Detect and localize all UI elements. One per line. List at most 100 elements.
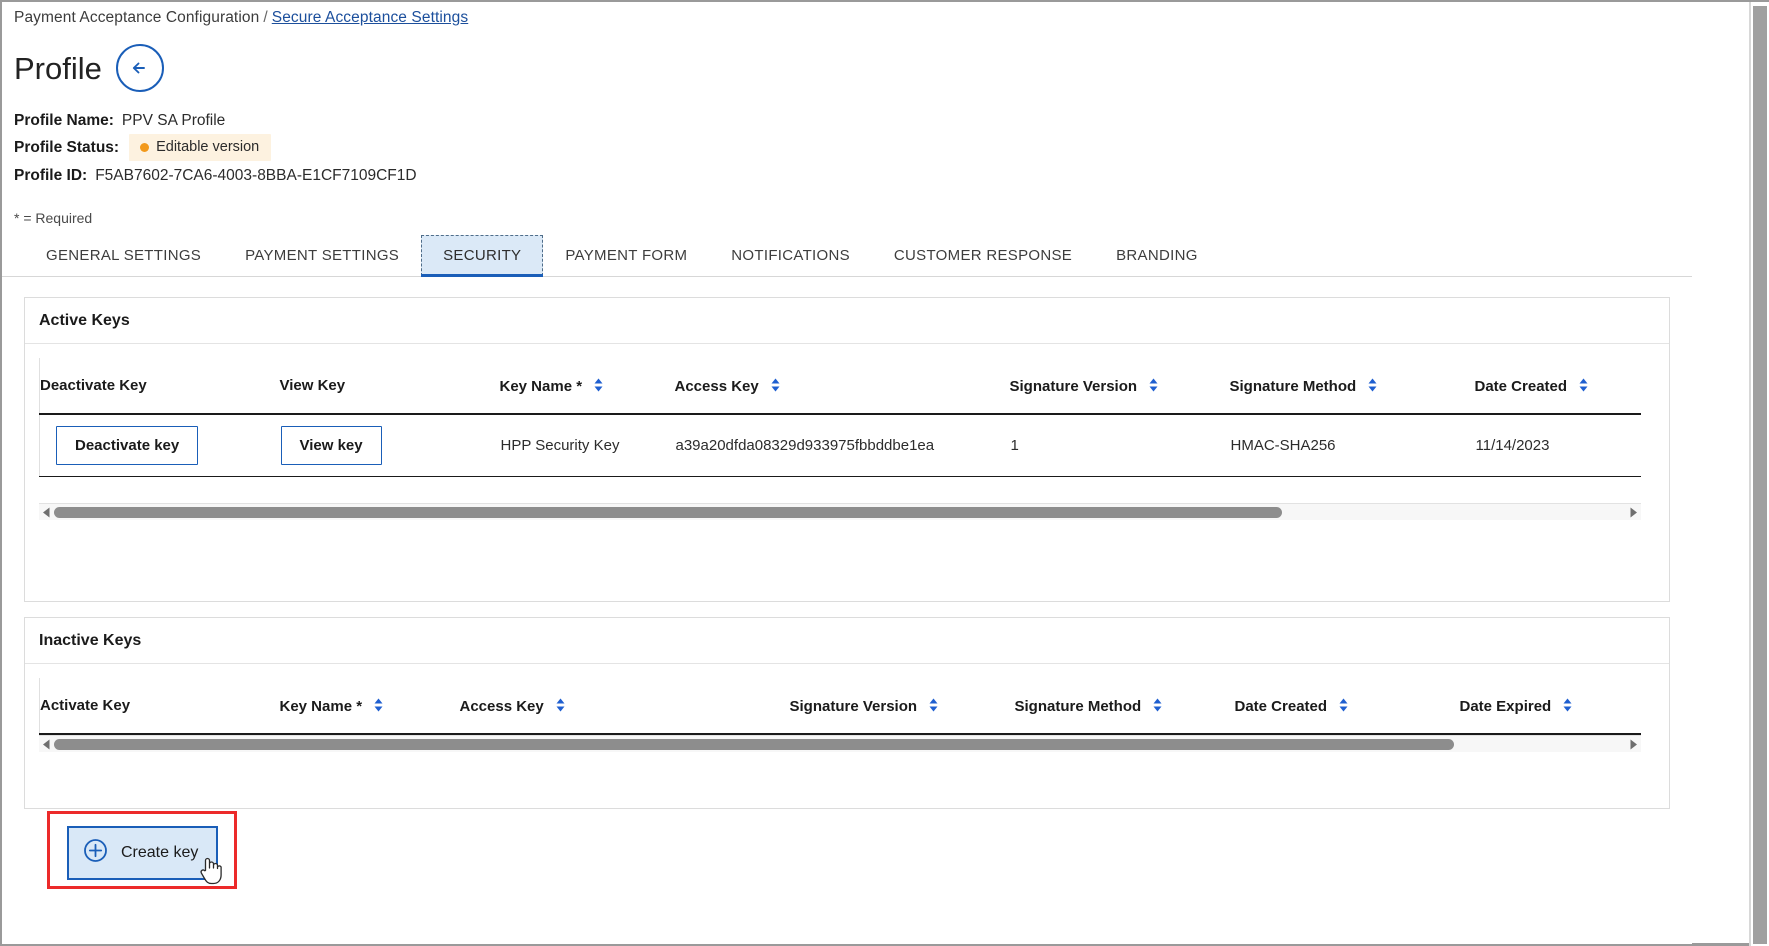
hscroll-right-arrow-inactive[interactable] — [1626, 736, 1641, 753]
tab-security[interactable]: SECURITY — [421, 235, 544, 277]
profile-name-row: Profile Name: PPV SA Profile — [14, 112, 225, 130]
col-inactive-access-key: Access Key — [459, 678, 790, 735]
hscroll-right-arrow-active[interactable] — [1626, 504, 1641, 521]
sort-icon-inactive-signature-method[interactable] — [1152, 698, 1163, 712]
hscroll-thumb-active[interactable] — [54, 506, 1282, 518]
app-window: Payment Acceptance Configuration / Secure … — [0, 0, 1769, 946]
sort-icon-inactive-date-created[interactable] — [1338, 698, 1349, 712]
active-keys-hscrollbar[interactable] — [39, 503, 1641, 520]
profile-name-value: PPV SA Profile — [121, 112, 226, 129]
active-keys-table: Deactivate Key View Key Key Name * Acces… — [39, 358, 1641, 477]
col-inactive-key-name-label: Key Name * — [279, 697, 363, 715]
col-inactive-date-expired: Date Expired — [1459, 678, 1641, 735]
page-title-row: Profile — [14, 44, 164, 92]
col-deactivate-key: Deactivate Key — [39, 358, 280, 415]
col-inactive-key-name: Key Name * — [279, 678, 460, 735]
create-key-button-label: Create key — [121, 844, 199, 861]
arrow-left-icon — [127, 55, 153, 81]
page-vertical-scrollbar[interactable] — [1751, 2, 1769, 946]
col-signature-version-label: Signature Version — [1009, 377, 1138, 395]
hscroll-left-arrow-active[interactable] — [39, 504, 54, 521]
inactive-keys-table-scroll: Activate Key Key Name * Access Key Signa… — [39, 678, 1641, 735]
cell-signature-method: HMAC-SHA256 — [1229, 414, 1475, 477]
tab-notifications[interactable]: NOTIFICATIONS — [709, 235, 872, 276]
breadcrumb-current-link[interactable]: Secure Acceptance Settings — [272, 9, 468, 26]
cell-signature-version: 1 — [1009, 414, 1230, 477]
col-signature-method: Signature Method — [1229, 358, 1475, 415]
col-inactive-date-created: Date Created — [1234, 678, 1460, 735]
col-activate-key-label: Activate Key — [40, 697, 131, 714]
sort-icon-key-name[interactable] — [593, 378, 604, 392]
hscroll-track-inactive[interactable] — [54, 736, 1626, 753]
breadcrumb: Payment Acceptance Configuration / Secure … — [14, 9, 468, 27]
active-keys-title: Active Keys — [25, 298, 1669, 344]
col-access-key-label: Access Key — [674, 377, 759, 395]
cell-view-key: View key — [279, 414, 500, 477]
cell-deactivate-key: Deactivate key — [39, 414, 280, 477]
col-activate-key: Activate Key — [39, 678, 280, 735]
profile-id-row: Profile ID: F5AB7602-7CA6-4003-8BBA-E1CF7… — [14, 167, 417, 185]
back-button[interactable] — [115, 44, 164, 92]
tab-payment-settings[interactable]: PAYMENT SETTINGS — [223, 235, 421, 276]
tab-customer-response[interactable]: CUSTOMER RESPONSE — [872, 235, 1094, 276]
sort-icon-inactive-date-expired[interactable] — [1562, 698, 1573, 712]
inactive-keys-title: Inactive Keys — [25, 618, 1669, 664]
col-date-created: Date Created — [1474, 358, 1641, 415]
create-key-button[interactable]: Create key — [67, 826, 219, 880]
sort-icon-inactive-access-key[interactable] — [555, 698, 566, 712]
profile-status-row: Profile Status: Editable version — [14, 134, 272, 161]
sort-icon-signature-version[interactable] — [1148, 378, 1159, 392]
col-inactive-signature-version: Signature Version — [789, 678, 1015, 735]
table-row: Deactivate key View key HPP Security Key… — [39, 414, 1641, 477]
col-key-name-label: Key Name * — [499, 377, 583, 395]
col-deactivate-key-label: Deactivate Key — [40, 377, 147, 394]
tab-payment-form[interactable]: PAYMENT FORM — [543, 235, 709, 276]
plus-circle-icon — [83, 838, 108, 868]
cell-access-key: a39a20dfda08329d933975fbbddbe1ea — [674, 414, 1010, 477]
hscroll-track-active[interactable] — [54, 504, 1626, 521]
inactive-keys-hscrollbar[interactable] — [39, 735, 1641, 752]
profile-status-label: Profile Status: — [14, 138, 120, 156]
view-key-button[interactable]: View key — [280, 425, 382, 465]
status-badge: Editable version — [129, 134, 272, 161]
status-dot-icon — [140, 142, 150, 152]
tab-bar: GENERAL SETTINGS PAYMENT SETTINGS SECURI… — [2, 235, 1692, 277]
profile-id-value: F5AB7602-7CA6-4003-8BBA-E1CF7109CF1D — [95, 167, 417, 184]
sort-icon-signature-method[interactable] — [1367, 378, 1378, 392]
required-note: * = Required — [14, 210, 93, 226]
col-signature-method-label: Signature Method — [1229, 377, 1357, 395]
sort-icon-date-created[interactable] — [1578, 378, 1589, 392]
hscroll-thumb-inactive[interactable] — [54, 738, 1454, 750]
col-inactive-signature-method-label: Signature Method — [1014, 697, 1142, 715]
col-access-key: Access Key — [674, 358, 1010, 415]
sort-icon-inactive-key-name[interactable] — [373, 698, 384, 712]
deactivate-key-button[interactable]: Deactivate key — [56, 425, 199, 465]
sort-icon-access-key[interactable] — [770, 378, 781, 392]
active-keys-table-scroll: Deactivate Key View Key Key Name * Acces… — [39, 358, 1641, 477]
col-view-key: View Key — [279, 358, 500, 415]
breadcrumb-root: Payment Acceptance Configuration — [14, 9, 260, 26]
col-signature-version: Signature Version — [1009, 358, 1230, 415]
breadcrumb-separator: / — [263, 9, 268, 26]
cell-key-name: HPP Security Key — [499, 414, 675, 477]
hscroll-left-arrow-inactive[interactable] — [39, 736, 54, 753]
status-badge-label: Editable version — [156, 139, 260, 155]
page-content: Payment Acceptance Configuration / Secure … — [2, 2, 1692, 944]
profile-id-label: Profile ID: — [14, 167, 88, 184]
cell-date-created: 11/14/2023 — [1474, 414, 1641, 477]
col-inactive-date-expired-label: Date Expired — [1459, 697, 1552, 715]
profile-name-label: Profile Name: — [14, 112, 114, 129]
active-keys-card: Active Keys Deactivate Key View Key Key … — [24, 297, 1670, 889]
tab-branding[interactable]: BRANDING — [1094, 235, 1220, 276]
col-key-name: Key Name * — [499, 358, 675, 415]
inactive-keys-card: Inactive Keys Activate Key Key Name * Ac… — [24, 617, 1670, 809]
col-inactive-signature-version-label: Signature Version — [789, 697, 918, 715]
sort-icon-inactive-signature-version[interactable] — [928, 698, 939, 712]
page-vertical-scrollbar-thumb[interactable] — [1753, 6, 1767, 944]
page-title: Profile — [14, 50, 102, 86]
inactive-keys-header-row: Activate Key Key Name * Access Key Signa… — [39, 678, 1641, 735]
col-inactive-signature-method: Signature Method — [1014, 678, 1235, 735]
tab-general-settings[interactable]: GENERAL SETTINGS — [24, 235, 223, 276]
col-inactive-date-created-label: Date Created — [1234, 697, 1328, 715]
col-inactive-access-key-label: Access Key — [459, 697, 544, 715]
